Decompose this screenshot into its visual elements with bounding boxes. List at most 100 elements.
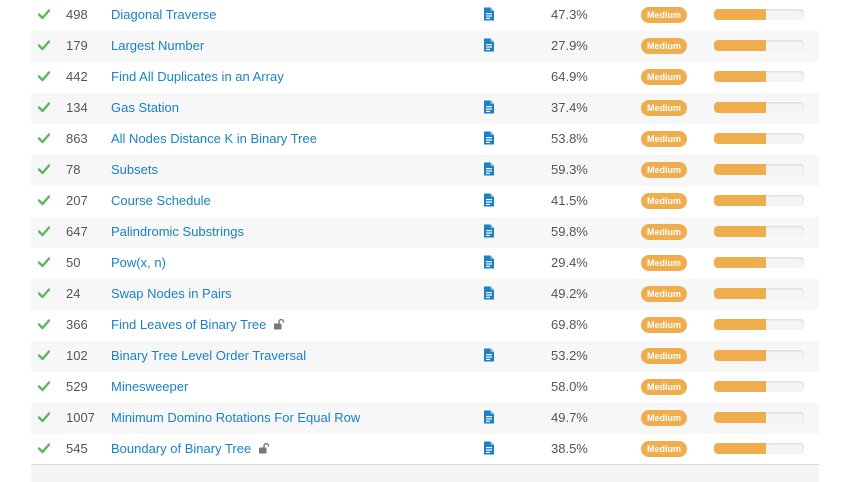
table-row: 50 Pow(x, n) 29.4% Medium: [31, 248, 819, 279]
table-row: 102 Binary Tree Level Order Traversal 53.2…: [31, 341, 819, 372]
unlock-icon: [273, 311, 285, 341]
problem-title-link[interactable]: Find All Duplicates in an Array: [111, 62, 284, 92]
problem-title-text: Find All Duplicates in an Array: [111, 69, 284, 84]
problem-title-text: Largest Number: [111, 38, 205, 53]
solution-document-icon[interactable]: [483, 255, 495, 269]
problem-id: 1007: [66, 410, 95, 425]
difficulty-badge: Medium: [641, 131, 688, 147]
acceptance-rate: 69.8%: [551, 317, 588, 332]
frequency-bar: [714, 288, 804, 299]
frequency-bar-fill: [714, 412, 767, 423]
acceptance-rate: 58.0%: [551, 379, 588, 394]
frequency-bar: [714, 40, 804, 51]
acceptance-rate: 49.2%: [551, 286, 588, 301]
acceptance-rate: 64.9%: [551, 69, 588, 84]
difficulty-badge: Medium: [641, 348, 688, 364]
problem-id: 134: [66, 100, 88, 115]
difficulty-badge: Medium: [641, 317, 688, 333]
acceptance-rate: 47.3%: [551, 7, 588, 22]
problem-id: 442: [66, 69, 88, 84]
frequency-bar-fill: [714, 350, 767, 361]
check-icon: [37, 225, 51, 237]
frequency-bar: [714, 226, 804, 237]
problem-title-text: All Nodes Distance K in Binary Tree: [111, 131, 317, 146]
problem-title-link[interactable]: Swap Nodes in Pairs: [111, 279, 232, 309]
problem-title-text: Gas Station: [111, 100, 179, 115]
table-row: 498 Diagonal Traverse 47.3% Medium: [31, 0, 819, 31]
solution-document-icon[interactable]: [483, 410, 495, 424]
unlock-icon: [258, 435, 270, 465]
table-row: 529 Minesweeper 58.0% Medium: [31, 372, 819, 403]
problem-title-link[interactable]: All Nodes Distance K in Binary Tree: [111, 124, 317, 154]
problem-title-link[interactable]: Minimum Domino Rotations For Equal Row: [111, 403, 360, 433]
acceptance-rate: 41.5%: [551, 193, 588, 208]
problem-title-text: Pow(x, n): [111, 255, 166, 270]
difficulty-badge: Medium: [641, 410, 688, 426]
frequency-bar-fill: [714, 9, 767, 20]
acceptance-rate: 49.7%: [551, 410, 588, 425]
table-row: 545 Boundary of Binary Tree 38.5% Medium: [31, 434, 819, 465]
problem-title-link[interactable]: Find Leaves of Binary Tree: [111, 310, 285, 341]
table-row: 134 Gas Station 37.4% Medium: [31, 93, 819, 124]
problem-title-text: Minimum Domino Rotations For Equal Row: [111, 410, 361, 425]
acceptance-rate: 38.5%: [551, 441, 588, 456]
frequency-bar: [714, 133, 804, 144]
problem-title-link[interactable]: Course Schedule: [111, 186, 211, 216]
check-icon: [37, 442, 51, 454]
check-icon: [37, 70, 51, 82]
acceptance-rate: 37.4%: [551, 100, 588, 115]
frequency-bar: [714, 443, 804, 454]
table-row: 366 Find Leaves of Binary Tree 69.8% Medium: [31, 310, 819, 341]
table-row: 1007 Minimum Domino Rotations For Equal R…: [31, 403, 819, 434]
problem-title-link[interactable]: Gas Station: [111, 93, 179, 123]
difficulty-badge: Medium: [641, 69, 688, 85]
check-icon: [37, 318, 51, 330]
solution-document-icon[interactable]: [483, 193, 495, 207]
problem-title-link[interactable]: Minesweeper: [111, 372, 188, 402]
problem-title-text: Boundary of Binary Tree: [111, 441, 252, 456]
frequency-bar: [714, 257, 804, 268]
problem-title-text: Palindromic Substrings: [111, 224, 244, 239]
solution-document-icon[interactable]: [483, 286, 495, 300]
problem-title-link[interactable]: Subsets: [111, 155, 158, 185]
problem-title-text: Swap Nodes in Pairs: [111, 286, 232, 301]
acceptance-rate: 53.8%: [551, 131, 588, 146]
solution-document-icon[interactable]: [483, 162, 495, 176]
check-icon: [37, 101, 51, 113]
table-row: 863 All Nodes Distance K in Binary Tree 53…: [31, 124, 819, 155]
frequency-bar-fill: [714, 133, 767, 144]
problem-title-link[interactable]: Pow(x, n): [111, 248, 166, 278]
acceptance-rate: 59.8%: [551, 224, 588, 239]
problem-title-link[interactable]: Binary Tree Level Order Traversal: [111, 341, 306, 371]
problem-id: 102: [66, 348, 88, 363]
problem-id: 207: [66, 193, 88, 208]
solution-document-icon[interactable]: [483, 441, 495, 455]
problem-title-link[interactable]: Diagonal Traverse: [111, 0, 217, 30]
problem-title-link[interactable]: Boundary of Binary Tree: [111, 434, 270, 465]
frequency-bar: [714, 164, 804, 175]
frequency-bar-fill: [714, 443, 767, 454]
table-footer: [31, 464, 819, 482]
solution-document-icon[interactable]: [483, 224, 495, 238]
frequency-bar-fill: [714, 319, 767, 330]
problem-id: 179: [66, 38, 88, 53]
problem-id: 498: [66, 7, 88, 22]
frequency-bar-fill: [714, 226, 767, 237]
check-icon: [37, 380, 51, 392]
frequency-bar: [714, 71, 804, 82]
check-icon: [37, 8, 51, 20]
problem-title-link[interactable]: Palindromic Substrings: [111, 217, 244, 247]
solution-document-icon[interactable]: [483, 7, 495, 21]
solution-document-icon[interactable]: [483, 100, 495, 114]
problem-title-text: Diagonal Traverse: [111, 7, 217, 22]
frequency-bar-fill: [714, 288, 767, 299]
check-icon: [37, 163, 51, 175]
problem-id: 366: [66, 317, 88, 332]
difficulty-badge: Medium: [641, 286, 688, 302]
solution-document-icon[interactable]: [483, 38, 495, 52]
check-icon: [37, 194, 51, 206]
frequency-bar: [714, 195, 804, 206]
solution-document-icon[interactable]: [483, 131, 495, 145]
solution-document-icon[interactable]: [483, 348, 495, 362]
problem-title-link[interactable]: Largest Number: [111, 31, 204, 61]
